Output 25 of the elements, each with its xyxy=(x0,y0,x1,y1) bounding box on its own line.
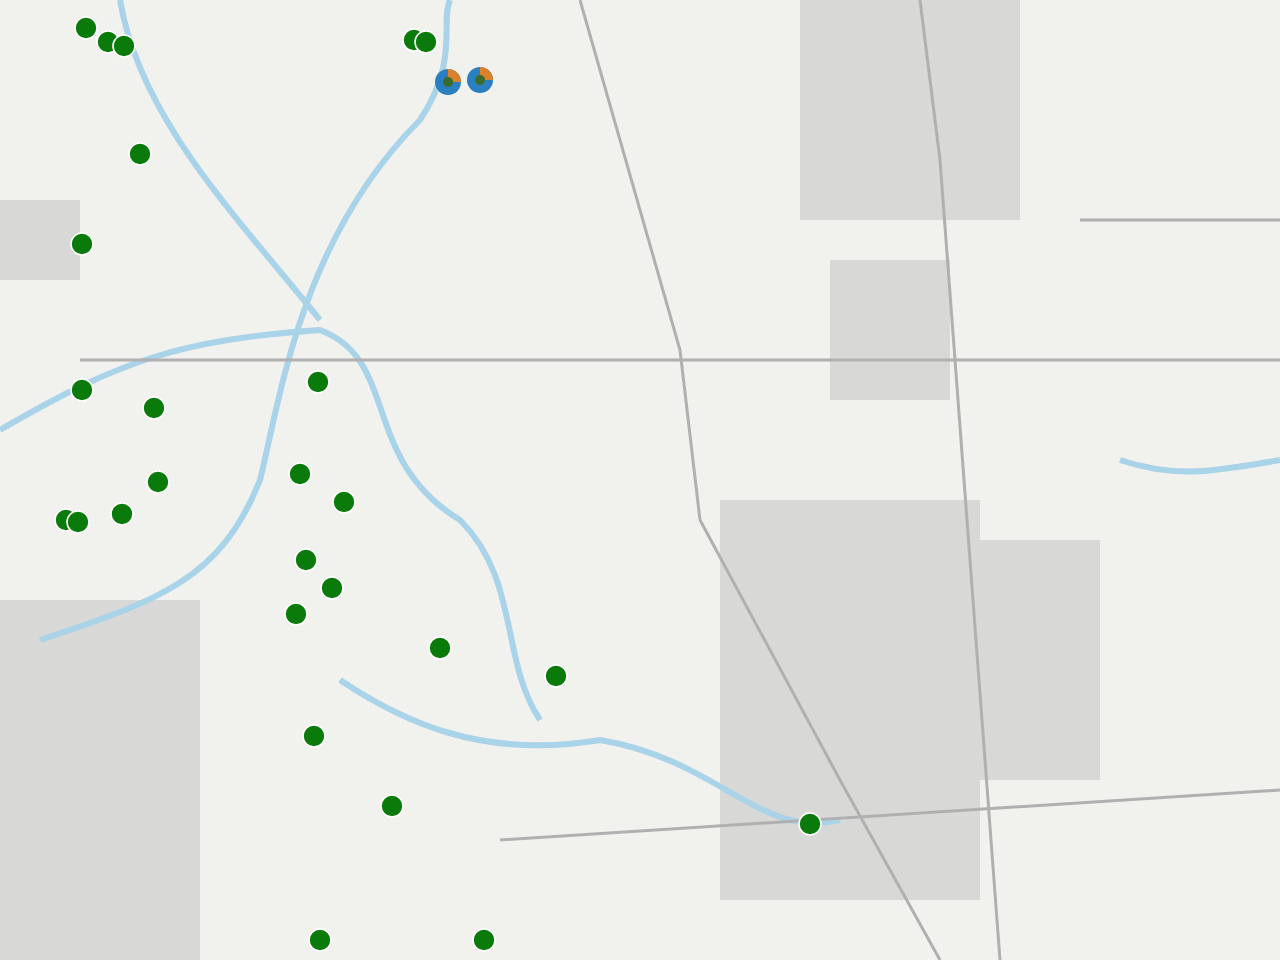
marker-dot-icon[interactable] xyxy=(112,34,136,58)
marker-dot-icon[interactable] xyxy=(544,664,568,688)
marker-dot-icon[interactable] xyxy=(128,142,152,166)
marker-dot-icon[interactable] xyxy=(110,502,134,526)
marker-dot-icon[interactable] xyxy=(288,462,312,486)
marker-dot-icon[interactable] xyxy=(70,378,94,402)
marker-dot-icon[interactable] xyxy=(302,724,326,748)
marker-dot-icon[interactable] xyxy=(142,396,166,420)
cluster-icon[interactable] xyxy=(466,66,494,94)
marker-dot-icon[interactable] xyxy=(472,928,496,952)
marker-dot-icon[interactable] xyxy=(308,928,332,952)
marker-dot-icon[interactable] xyxy=(74,16,98,40)
marker-dot-icon[interactable] xyxy=(414,30,438,54)
marker-dot-icon[interactable] xyxy=(70,232,94,256)
marker-dot-icon[interactable] xyxy=(320,576,344,600)
marker-dot-icon[interactable] xyxy=(306,370,330,394)
cluster-icon[interactable] xyxy=(434,68,462,96)
marker-dot-icon[interactable] xyxy=(428,636,452,660)
marker-dot-icon[interactable] xyxy=(146,470,170,494)
marker-dot-icon[interactable] xyxy=(294,548,318,572)
marker-dot-icon[interactable] xyxy=(284,602,308,626)
marker-dot-icon[interactable] xyxy=(332,490,356,514)
marker-dot-icon[interactable] xyxy=(380,794,404,818)
marker-dot-icon[interactable] xyxy=(798,812,822,836)
marker-dot-icon[interactable] xyxy=(66,510,90,534)
